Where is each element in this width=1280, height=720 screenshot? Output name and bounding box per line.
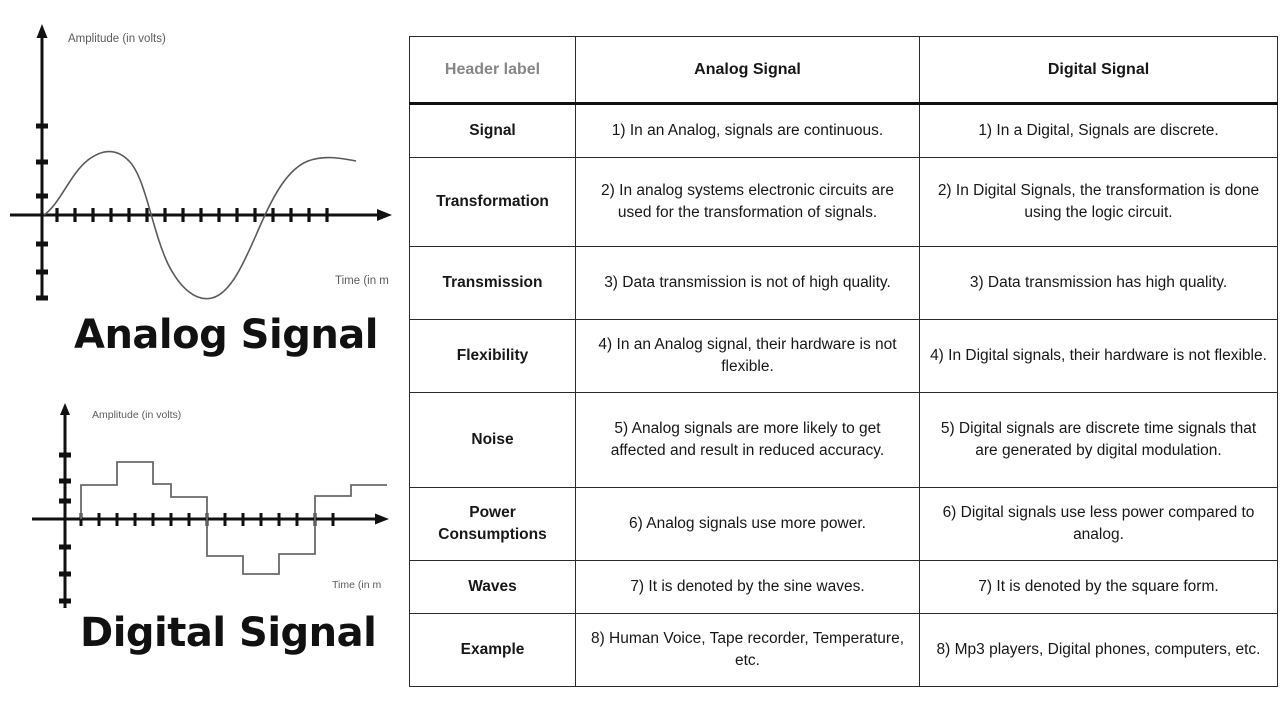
digital-y-axis-label: Amplitude (in volts): [92, 409, 181, 421]
row-label: Signal: [409, 103, 576, 158]
table-header: Header label Analog Signal Digital Signa…: [409, 36, 1278, 105]
analog-vs-digital-table: Header label Analog Signal Digital Signa…: [409, 36, 1278, 687]
row-digital-cell: 7) It is denoted by the square form.: [919, 560, 1278, 614]
column-header-digital: Digital Signal: [919, 36, 1278, 105]
row-label: Noise: [409, 392, 576, 488]
analog-y-axis-label: Amplitude (in volts): [68, 33, 166, 45]
table-row: Transmission 3) Data transmission is not…: [409, 246, 1278, 320]
row-label: Transmission: [409, 246, 576, 320]
waveform-figures-panel: Amplitude (in volts) Time (in m Analog S…: [0, 0, 405, 720]
row-analog-cell: 2) In analog systems electronic circuits…: [575, 157, 920, 247]
digital-signal-figure: Amplitude (in volts) Time (in m: [0, 396, 405, 611]
page-root: Amplitude (in volts) Time (in m Analog S…: [0, 0, 1280, 720]
analog-x-axis-arrow: [377, 209, 392, 221]
column-header-analog: Analog Signal: [575, 36, 920, 105]
row-analog-cell: 6) Analog signals use more power.: [575, 487, 920, 561]
row-label: Power Consumptions: [409, 487, 576, 561]
comparison-table-panel: Header label Analog Signal Digital Signa…: [409, 36, 1278, 687]
table-row: Power Consumptions 6) Analog signals use…: [409, 487, 1278, 561]
table-row: Noise 5) Analog signals are more likely …: [409, 392, 1278, 488]
analog-signal-figure: Amplitude (in volts) Time (in m: [0, 14, 405, 304]
analog-y-axis-arrow: [36, 24, 48, 38]
row-label: Transformation: [409, 157, 576, 247]
row-label: Waves: [409, 560, 576, 614]
analog-sine-waveform: [43, 150, 357, 300]
row-analog-cell: 1) In an Analog, signals are continuous.: [575, 103, 920, 158]
digital-signal-chart: Amplitude (in volts) Time (in m: [32, 403, 389, 608]
row-analog-cell: 3) Data transmission is not of high qual…: [575, 246, 920, 320]
row-digital-cell: 1) In a Digital, Signals are discrete.: [919, 103, 1278, 158]
row-digital-cell: 4) In Digital signals, their hardware is…: [919, 319, 1278, 393]
row-analog-cell: 8) Human Voice, Tape recorder, Temperatu…: [575, 613, 920, 687]
table-row: Flexibility 4) In an Analog signal, thei…: [409, 319, 1278, 393]
analog-x-axis-label: Time (in m: [335, 275, 389, 287]
digital-signal-caption: Digital Signal: [80, 610, 377, 656]
digital-x-axis-arrow: [375, 513, 389, 525]
table-header-row: Header label Analog Signal Digital Signa…: [409, 36, 1278, 105]
digital-x-axis-label: Time (in m: [332, 579, 381, 591]
table-row: Example 8) Human Voice, Tape recorder, T…: [409, 613, 1278, 687]
row-analog-cell: 4) In an Analog signal, their hardware i…: [575, 319, 920, 393]
row-digital-cell: 6) Digital signals use less power compar…: [919, 487, 1278, 561]
digital-y-axis-arrow: [60, 403, 70, 415]
row-digital-cell: 2) In Digital Signals, the transformatio…: [919, 157, 1278, 247]
row-digital-cell: 3) Data transmission has high quality.: [919, 246, 1278, 320]
row-analog-cell: 7) It is denoted by the sine waves.: [575, 560, 920, 614]
analog-signal-caption: Analog Signal: [74, 312, 379, 358]
row-analog-cell: 5) Analog signals are more likely to get…: [575, 392, 920, 488]
table-row: Transformation 2) In analog systems elec…: [409, 157, 1278, 247]
row-label: Example: [409, 613, 576, 687]
analog-signal-chart: Amplitude (in volts) Time (in m: [10, 24, 392, 301]
column-header-label: Header label: [409, 36, 576, 105]
table-row: Signal 1) In an Analog, signals are cont…: [409, 103, 1278, 158]
row-digital-cell: 8) Mp3 players, Digital phones, computer…: [919, 613, 1278, 687]
row-label: Flexibility: [409, 319, 576, 393]
row-digital-cell: 5) Digital signals are discrete time sig…: [919, 392, 1278, 488]
table-body: Signal 1) In an Analog, signals are cont…: [409, 103, 1278, 687]
table-row: Waves 7) It is denoted by the sine waves…: [409, 560, 1278, 614]
